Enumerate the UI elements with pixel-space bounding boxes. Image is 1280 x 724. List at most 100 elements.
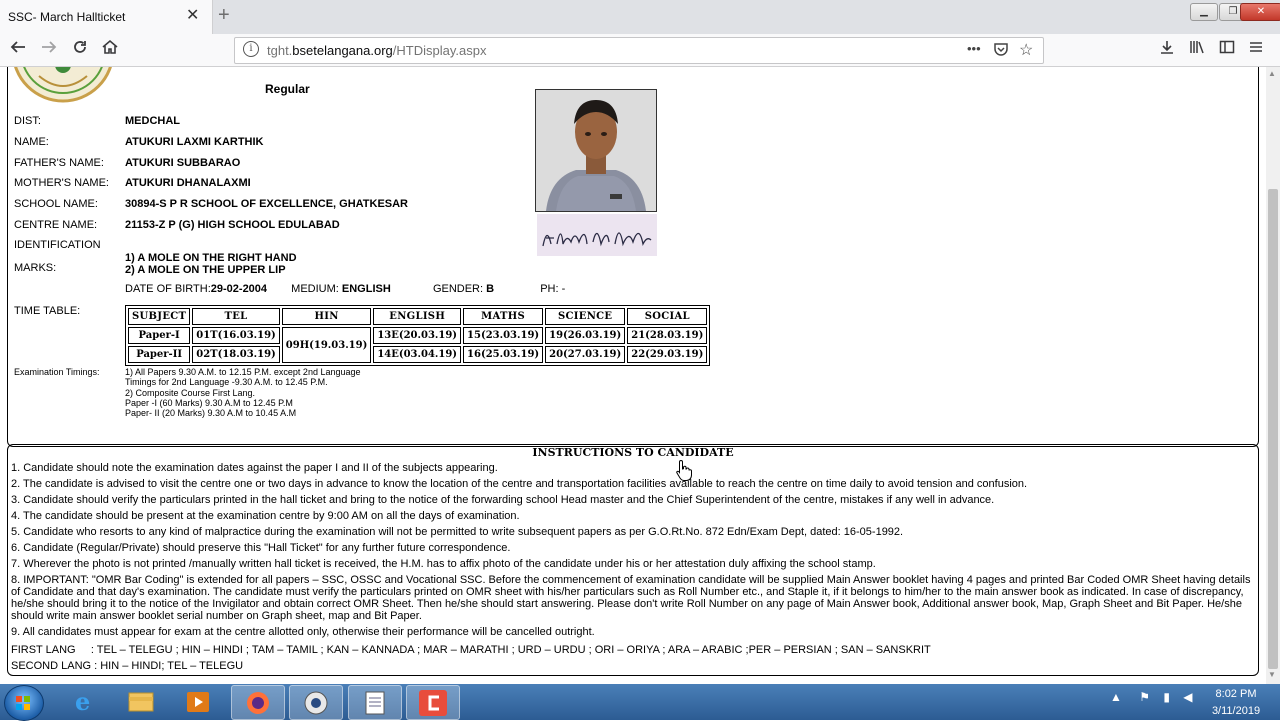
volume-icon[interactable]: ◀	[1183, 690, 1192, 704]
forward-icon[interactable]	[37, 38, 61, 62]
windows-taskbar: e ▲ ⚑ ▮ ◀	[0, 684, 1280, 721]
first-lang-codes: FIRST LANG : TEL – TELEGU ; HIN – HINDI …	[11, 644, 931, 656]
timing-line: 2) Composite Course First Lang.	[125, 387, 256, 398]
dob-label: DATE OF BIRTH:	[125, 283, 211, 295]
instruction-item: 2. The candidate is advised to visit the…	[11, 478, 1028, 490]
exam-type: Regular	[265, 82, 310, 96]
mother-value: ATUKURI DHANALAXMI	[125, 177, 251, 189]
table-cell: Paper-I	[128, 327, 191, 344]
library-icon[interactable]	[1185, 38, 1209, 62]
tab-bar: SSC- March Hallticket ✕ + ▁ ❐ ✕	[0, 0, 1280, 34]
table-cell: 16(25.03.19)	[463, 346, 544, 363]
table-header: MATHS	[463, 308, 544, 325]
firefox-icon[interactable]	[231, 685, 285, 720]
board-logo	[14, 67, 112, 105]
school-value: 30894-S P R SCHOOL OF EXCELLENCE, GHATKE…	[125, 198, 409, 210]
tab-active[interactable]: SSC- March Hallticket ✕	[0, 0, 213, 34]
pocket-icon[interactable]	[993, 41, 1009, 62]
table-header: ENGLISH	[373, 308, 462, 325]
instruction-item: 3. Candidate should verify the particula…	[11, 494, 995, 506]
medium-label: MEDIUM:	[291, 283, 339, 295]
dist-label: DIST:	[14, 115, 41, 127]
table-cell: Paper-II	[128, 346, 191, 363]
timetable-label: TIME TABLE:	[14, 305, 81, 317]
dob-value: 29-02-2004	[210, 283, 268, 295]
ph-value: -	[561, 283, 566, 295]
table-header: TEL	[192, 308, 280, 325]
url-text: tght.bsetelangana.org/HTDisplay.aspx	[267, 43, 487, 58]
back-icon[interactable]	[6, 38, 30, 62]
tab-title: SSC- March Hallticket	[8, 10, 126, 24]
gender-label: GENDER:	[432, 283, 484, 295]
identification-label: IDENTIFICATION	[14, 239, 101, 251]
info-icon[interactable]: i	[243, 41, 259, 57]
exam-timings-label: Examination Timings:	[14, 367, 100, 377]
table-cell: 14E(03.04.19)	[373, 346, 462, 363]
system-tray[interactable]: ▲ ⚑ ▮ ◀	[1110, 690, 1193, 704]
table-cell: 15(23.03.19)	[463, 327, 544, 344]
page-content: Regular DIST: MEDCHAL NAME: ATUKURI LAXM…	[0, 67, 1266, 684]
clock-time[interactable]: 8:02 PM	[1206, 688, 1266, 700]
table-header: HIN	[281, 308, 372, 325]
father-value: ATUKURI SUBBARAO	[125, 157, 241, 169]
network-icon[interactable]: ▮	[1163, 690, 1170, 704]
ph-label: PH:	[540, 283, 559, 295]
centre-value: 21153-Z P (G) HIGH SCHOOL EDULABAD	[125, 219, 340, 231]
table-cell: 21(28.03.19)	[627, 327, 708, 344]
recording-app-icon[interactable]	[289, 685, 343, 720]
timing-line: Paper -I (60 Marks) 9.30 A.M to 12.45 P.…	[125, 397, 293, 408]
instruction-item: 7. Wherever the photo is not printed /ma…	[11, 558, 876, 570]
scrollbar-thumb[interactable]	[1268, 189, 1278, 669]
table-row: Paper-II 02T(18.03.19) 14E(03.04.19) 16(…	[128, 346, 708, 363]
candidate-signature	[537, 214, 657, 256]
name-label: NAME:	[14, 136, 49, 148]
url-bar[interactable]: i tght.bsetelangana.org/HTDisplay.aspx •…	[234, 37, 1044, 64]
instruction-item: 4. The candidate should be present at th…	[11, 510, 520, 522]
table-cell: 09H(19.03.19)	[281, 327, 372, 363]
start-button[interactable]	[4, 685, 44, 721]
identification-mark-2: 2) A MOLE ON THE UPPER LIP	[125, 264, 286, 276]
bookmark-star-icon[interactable]: ☆	[1019, 40, 1033, 60]
father-label: FATHER'S NAME:	[14, 157, 104, 169]
internet-explorer-icon[interactable]: e	[58, 685, 110, 718]
table-header: SOCIAL	[627, 308, 708, 325]
table-cell: 01T(16.03.19)	[192, 327, 280, 344]
instruction-item: 5. Candidate who resorts to any kind of …	[11, 526, 904, 538]
table-cell: 19(26.03.19)	[545, 327, 626, 344]
window-close-button[interactable]: ✕	[1240, 3, 1280, 21]
table-cell: 02T(18.03.19)	[192, 346, 280, 363]
vertical-scrollbar[interactable]: ▲ ▼	[1266, 67, 1280, 684]
notepad-icon[interactable]	[348, 685, 402, 720]
media-player-icon[interactable]	[172, 685, 224, 718]
instruction-item: 1. Candidate should note the examination…	[11, 462, 498, 474]
exam-timings: 1) All Papers 9.30 A.M. to 12.15 P.M. ex…	[125, 367, 361, 418]
table-header: SUBJECT	[128, 308, 191, 325]
new-tab-button[interactable]: +	[218, 4, 230, 27]
tab-close-icon[interactable]: ✕	[186, 7, 199, 25]
dob-medium-gender-row: DATE OF BIRTH:29-02-2004 MEDIUM: ENGLISH…	[125, 283, 565, 295]
marks-label: MARKS:	[14, 262, 57, 274]
download-icon[interactable]	[1155, 38, 1179, 62]
home-icon[interactable]	[98, 38, 122, 62]
table-row: Paper-I 01T(16.03.19) 09H(19.03.19) 13E(…	[128, 327, 708, 363]
scroll-up-icon[interactable]: ▲	[1268, 69, 1276, 78]
file-explorer-icon[interactable]	[115, 685, 167, 718]
medium-value: ENGLISH	[341, 283, 391, 295]
timing-line: Paper- II (20 Marks) 9.30 A.M to 10.45 A…	[125, 408, 297, 419]
scroll-down-icon[interactable]: ▼	[1268, 670, 1276, 679]
reload-icon[interactable]	[68, 38, 92, 62]
school-label: SCHOOL NAME:	[14, 198, 98, 210]
page-actions-icon[interactable]: •••	[967, 41, 981, 56]
menu-icon[interactable]	[1244, 38, 1268, 62]
second-lang-codes: SECOND LANG : HIN – HINDI; TEL – TELEGU	[11, 660, 244, 672]
tray-expand-icon[interactable]: ▲	[1110, 690, 1122, 704]
table-header: SCIENCE	[545, 308, 626, 325]
instruction-item: 8. IMPORTANT: "OMR Bar Coding" is extend…	[11, 574, 1251, 622]
camtasia-icon[interactable]	[406, 685, 460, 720]
security-icon[interactable]: ⚑	[1139, 690, 1150, 704]
clock-date[interactable]: 3/11/2019	[1206, 705, 1266, 717]
sidebar-icon[interactable]	[1215, 38, 1239, 62]
minimize-button[interactable]: ▁	[1190, 3, 1218, 21]
navigation-toolbar: i tght.bsetelangana.org/HTDisplay.aspx •…	[0, 34, 1280, 67]
table-cell: 20(27.03.19)	[545, 346, 626, 363]
